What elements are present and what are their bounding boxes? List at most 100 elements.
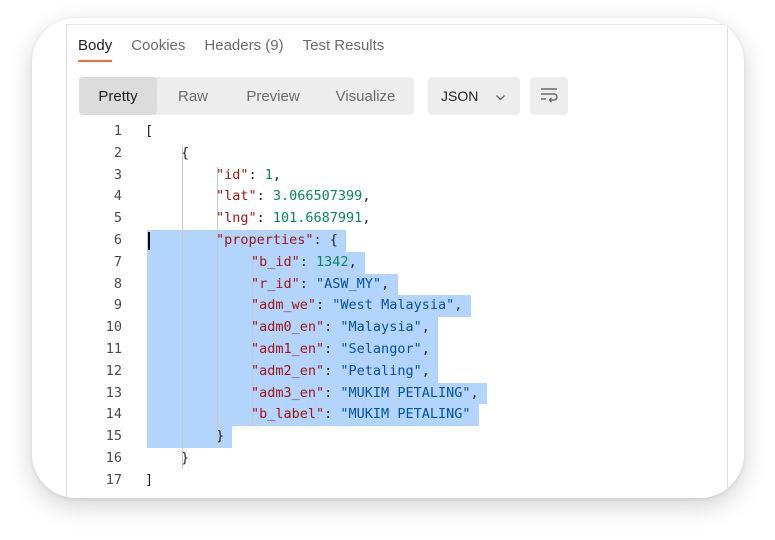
code-text: "adm3_en": "MUKIM PETALING", [251, 383, 479, 405]
code-token: 1342 [316, 253, 349, 270]
code-line: 3 "id": 1, [67, 165, 727, 187]
code-token: : [324, 362, 341, 379]
code-token: : [248, 166, 265, 183]
code-token: "adm2_en" [251, 362, 325, 379]
code-token: 1 [264, 166, 273, 183]
code-token: : [256, 210, 273, 227]
line-number: 13 [105, 384, 122, 401]
code-token: 101.6687991 [272, 210, 363, 227]
code-token: "lat" [216, 188, 257, 205]
line-number: 6 [113, 231, 122, 248]
code-line: 10 "adm0_en": "Malaysia", [67, 317, 727, 339]
line-number: 16 [105, 449, 122, 466]
line-number: 8 [113, 275, 122, 292]
code-token: "lng" [216, 210, 257, 227]
code-token: , [381, 275, 390, 292]
line-number: 9 [113, 297, 122, 314]
line-number: 4 [113, 188, 122, 205]
screenshot-card: Body Cookies Headers (9) Test Results Pr… [32, 18, 744, 498]
code-token: "properties" [216, 231, 314, 248]
view-mode-visualize-button[interactable]: Visualize [317, 77, 414, 115]
code-token: "b_id" [251, 253, 300, 270]
tab-headers[interactable]: Headers (9) [204, 37, 283, 60]
code-token: , [470, 384, 479, 401]
code-token: "b_label" [251, 406, 325, 423]
code-token: , [421, 340, 430, 357]
code-token: , [362, 188, 371, 205]
code-line: 8 "r_id": "ASW_MY", [67, 273, 727, 296]
code-token: : [299, 253, 317, 270]
code-text: "adm_we": "West Malaysia", [251, 295, 462, 317]
code-token: : [324, 340, 341, 357]
code-token: , [454, 297, 463, 314]
code-text: "lat": 3.066507399, [216, 186, 370, 208]
line-number: 17 [105, 471, 122, 488]
code-token: , [272, 166, 282, 183]
code-line: 9 "adm_we": "West Malaysia", [67, 295, 727, 318]
indent-guide [217, 166, 218, 446]
tab-test-results[interactable]: Test Results [303, 37, 385, 60]
chevron-down-icon [495, 90, 506, 106]
line-number: 14 [105, 406, 122, 423]
code-line: 12 "adm2_en": "Petaling", [67, 360, 727, 383]
code-token: , [421, 319, 430, 336]
indent-guide [252, 253, 253, 425]
tab-body[interactable]: Body [78, 37, 113, 62]
indent-guide [182, 144, 183, 468]
line-number: 2 [113, 144, 122, 161]
code-token: : [324, 406, 341, 423]
code-text: [ [145, 121, 153, 143]
code-token: : [316, 297, 333, 314]
view-mode-pretty-button[interactable]: Pretty [79, 77, 157, 115]
format-select-value: JSON [441, 88, 479, 104]
response-body-editor[interactable]: 1[2{3 "id": 1, 4 "lat": 3.066507399, 5 "lng":… [67, 121, 727, 492]
code-text: "adm1_en": "Selangor", [251, 339, 430, 361]
code-text: "r_id": "ASW_MY", [251, 274, 389, 296]
code-line: 6 "properties": { [67, 229, 727, 252]
tab-cookies[interactable]: Cookies [131, 37, 185, 60]
code-text: "adm2_en": "Petaling", [251, 361, 430, 383]
code-token: : [299, 275, 317, 292]
code-line: 7 "b_id": 1342, [67, 251, 727, 274]
code-token: "adm3_en" [251, 384, 325, 401]
code-token: [ [145, 123, 154, 139]
wrap-lines-icon [539, 85, 559, 108]
code-token: "West Malaysia" [332, 297, 455, 314]
code-token: 3.066507399 [272, 188, 363, 205]
view-mode-raw-button[interactable]: Raw [157, 77, 229, 115]
line-number: 7 [113, 253, 122, 270]
code-token: : [324, 384, 341, 401]
code-text: "b_label": "MUKIM PETALING" [251, 404, 470, 426]
format-select[interactable]: JSON [428, 77, 520, 115]
code-token: "MUKIM PETALING" [340, 384, 471, 401]
wrap-lines-button[interactable] [530, 77, 568, 115]
code-text: "adm0_en": "Malaysia", [251, 317, 430, 339]
code-token: "Petaling" [340, 362, 422, 379]
text-cursor [148, 232, 150, 250]
code-line: 15} [67, 426, 727, 448]
code-text: "b_id": 1342, [251, 252, 357, 274]
view-mode-preview-button[interactable]: Preview [229, 77, 317, 115]
code-token: , [421, 362, 430, 379]
code-line: 11 "adm1_en": "Selangor", [67, 338, 727, 361]
code-token: "Malaysia" [340, 319, 422, 336]
code-token: "r_id" [251, 275, 300, 292]
view-mode-group: Pretty Raw Preview Visualize [79, 77, 414, 115]
code-token: : [256, 188, 273, 205]
response-tabs: Body Cookies Headers (9) Test Results [78, 37, 403, 62]
line-number: 12 [105, 362, 122, 379]
code-text: "properties": { [216, 230, 338, 252]
code-token: "adm1_en" [251, 340, 325, 357]
code-line: 13 "adm3_en": "MUKIM PETALING", [67, 382, 727, 405]
code-line: 2{ [67, 143, 727, 165]
line-number: 11 [105, 340, 122, 357]
code-token: "id" [216, 166, 249, 183]
response-panel: Body Cookies Headers (9) Test Results Pr… [66, 24, 728, 498]
code-line: 4 "lat": 3.066507399, [67, 186, 727, 208]
line-number: 10 [105, 319, 122, 336]
code-token: , [362, 210, 371, 227]
code-line: 5 "lng": 101.6687991, [67, 208, 727, 230]
code-token: "adm_we" [251, 297, 317, 314]
code-token: "Selangor" [340, 340, 422, 357]
line-number: 3 [113, 166, 122, 183]
